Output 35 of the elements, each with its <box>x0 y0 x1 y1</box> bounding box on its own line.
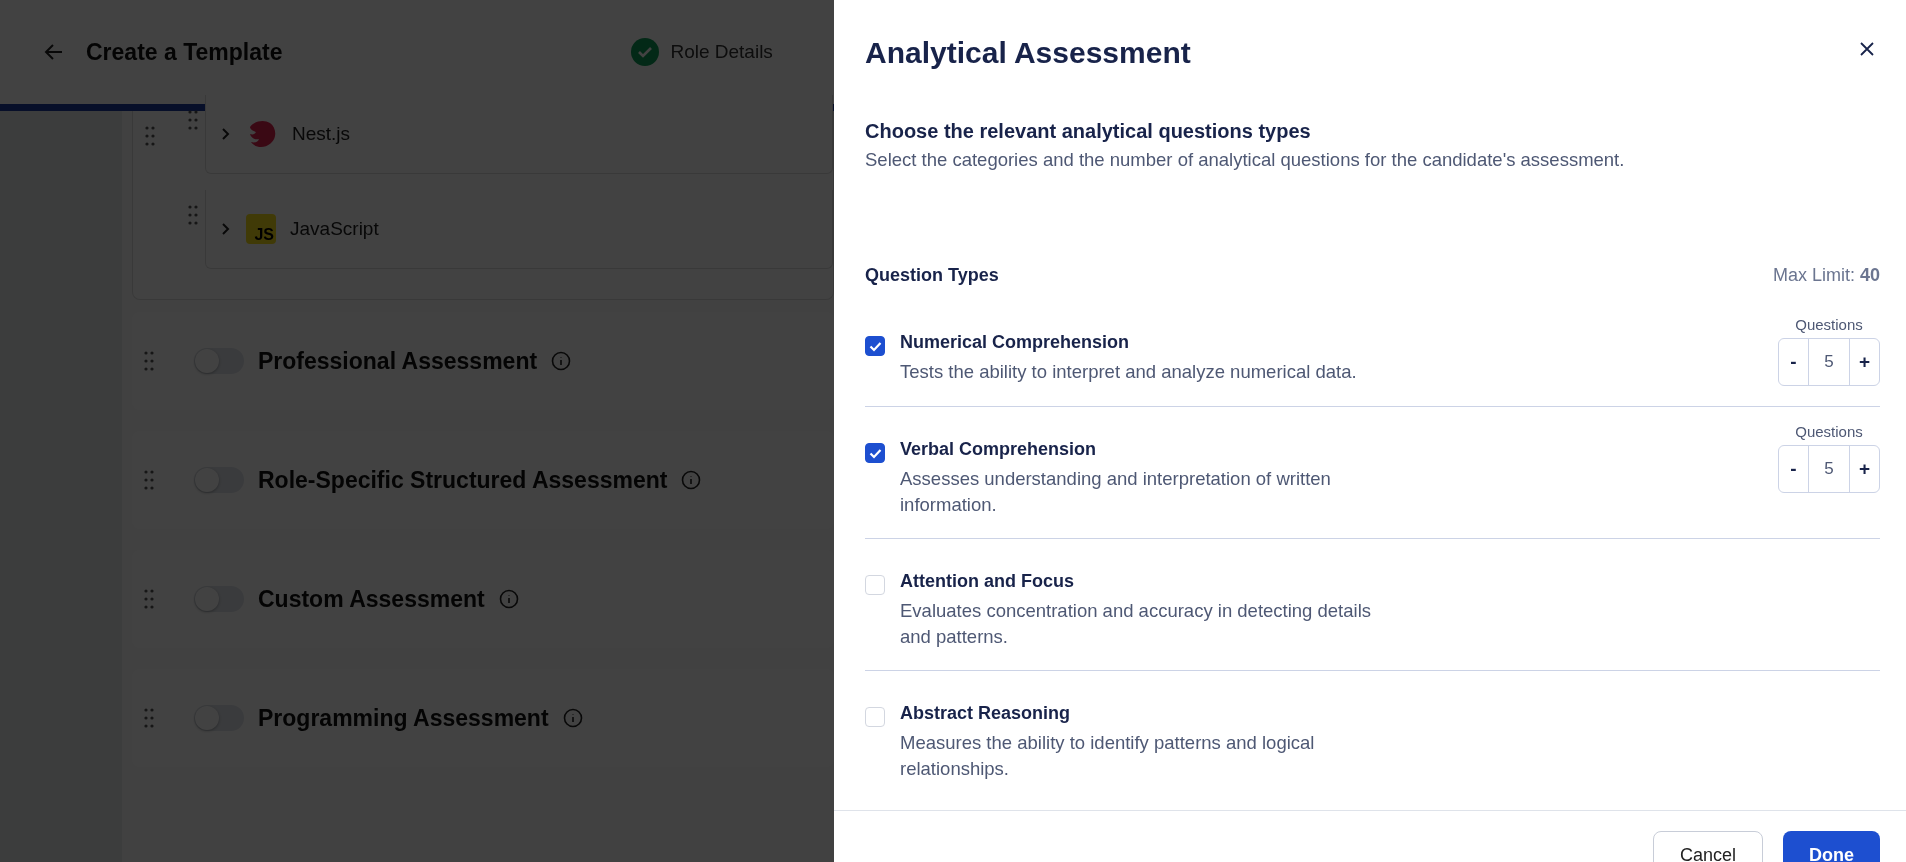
question-type-description: Evaluates concentration and accuracy in detecting details and patterns. <box>900 599 1372 649</box>
question-type-description: Assesses understanding and interpretation of written information. <box>900 467 1332 517</box>
question-type-name: Abstract Reasoning <box>900 703 1072 724</box>
question-type-name: Numerical Comprehension <box>900 332 1131 353</box>
section-description: Select the categories and the number of analytical questions for the candidate's assessment. <box>865 149 1626 171</box>
questions-label: Questions <box>1795 316 1863 333</box>
skill-name: Nest.js <box>292 123 351 145</box>
quantity-value[interactable]: 5 <box>1808 446 1850 492</box>
page-title: Create a Template <box>86 38 283 66</box>
increment-button[interactable]: + <box>1850 446 1879 492</box>
skill-name: JavaScript <box>290 218 379 240</box>
question-type-description: Tests the ability to interpret and analyze numerical data. <box>900 360 1358 384</box>
questions-label: Questions <box>1795 423 1863 440</box>
section-title: Custom Assessment <box>258 585 485 613</box>
decrement-button[interactable]: - <box>1779 339 1808 385</box>
increment-button[interactable]: + <box>1850 339 1879 385</box>
decrement-button[interactable]: - <box>1779 446 1808 492</box>
quantity-value[interactable]: 5 <box>1808 339 1850 385</box>
max-limit-label: Max Limit: <box>1772 265 1855 285</box>
section-title: Role-Specific Structured Assessment <box>258 466 668 494</box>
list-title: Question Types <box>865 265 999 286</box>
max-limit-value: 40 <box>1859 265 1880 285</box>
question-type-description: Measures the ability to identify patterns and logical relationships. <box>900 731 1316 781</box>
section-heading: Choose the relevant analytical questions types <box>865 120 1312 143</box>
section-title: Professional Assessment <box>258 347 538 375</box>
checkmark-icon <box>868 447 882 459</box>
drawer-title: Analytical Assessment <box>865 36 1191 70</box>
checkbox[interactable] <box>865 443 885 463</box>
question-type-name: Verbal Comprehension <box>900 439 1098 460</box>
checkbox[interactable] <box>865 336 885 356</box>
checkmark-icon <box>868 340 882 352</box>
question-type-name: Attention and Focus <box>900 571 1075 592</box>
done-button[interactable]: Done <box>1783 831 1880 862</box>
cancel-button[interactable]: Cancel <box>1652 831 1763 862</box>
section-title: Programming Assessment <box>258 704 549 732</box>
